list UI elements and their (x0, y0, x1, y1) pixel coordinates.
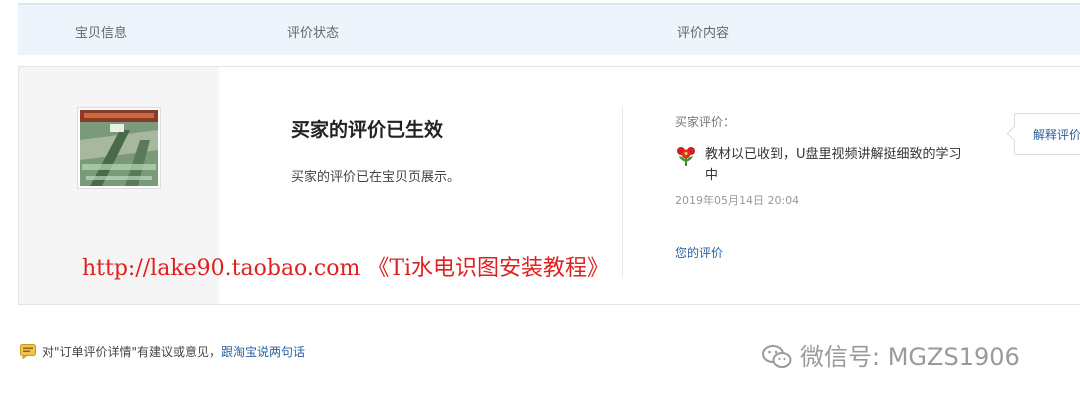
positive-rating-flower-icon (675, 145, 697, 167)
buyer-review-text: 教材以已收到，U盘里视频讲解挺细致的学习中 (705, 147, 962, 183)
review-status-desc: 买家的评价已在宝贝页展示。 (291, 170, 461, 185)
product-thumbnail[interactable] (77, 107, 161, 189)
wechat-id-text: 微信号: MGZS1906 (800, 343, 1020, 371)
review-status-title: 买家的评价已生效 (291, 119, 444, 141)
my-review-link[interactable]: 您的评价 (675, 244, 723, 261)
feedback-text: 对"订单评价详情"有建议或意见， (42, 345, 222, 359)
review-date: 2019年05月14日 20:04 (675, 194, 800, 207)
wechat-watermark: 微信号: MGZS1906 (762, 337, 1020, 376)
column-divider (622, 107, 623, 277)
table-header: 宝贝信息 评价状态 评价内容 (18, 3, 1080, 55)
header-review-content: 评价内容 (677, 26, 730, 41)
watermark-url-text: http://lake90.taobao.com 《Ti水电识图安装教程》 (82, 256, 610, 281)
feedback-link[interactable]: 跟淘宝说两句话 (221, 345, 305, 359)
buyer-review-label: 买家评价： (675, 115, 736, 129)
feedback-icon (20, 344, 36, 362)
wechat-icon (762, 344, 792, 376)
header-review-status: 评价状态 (287, 26, 340, 41)
header-item-info: 宝贝信息 (75, 26, 128, 41)
explain-review-button[interactable]: 解释评价 (1014, 113, 1080, 155)
feedback-footer: 对"订单评价详情"有建议或意见，跟淘宝说两句话 (20, 343, 305, 362)
